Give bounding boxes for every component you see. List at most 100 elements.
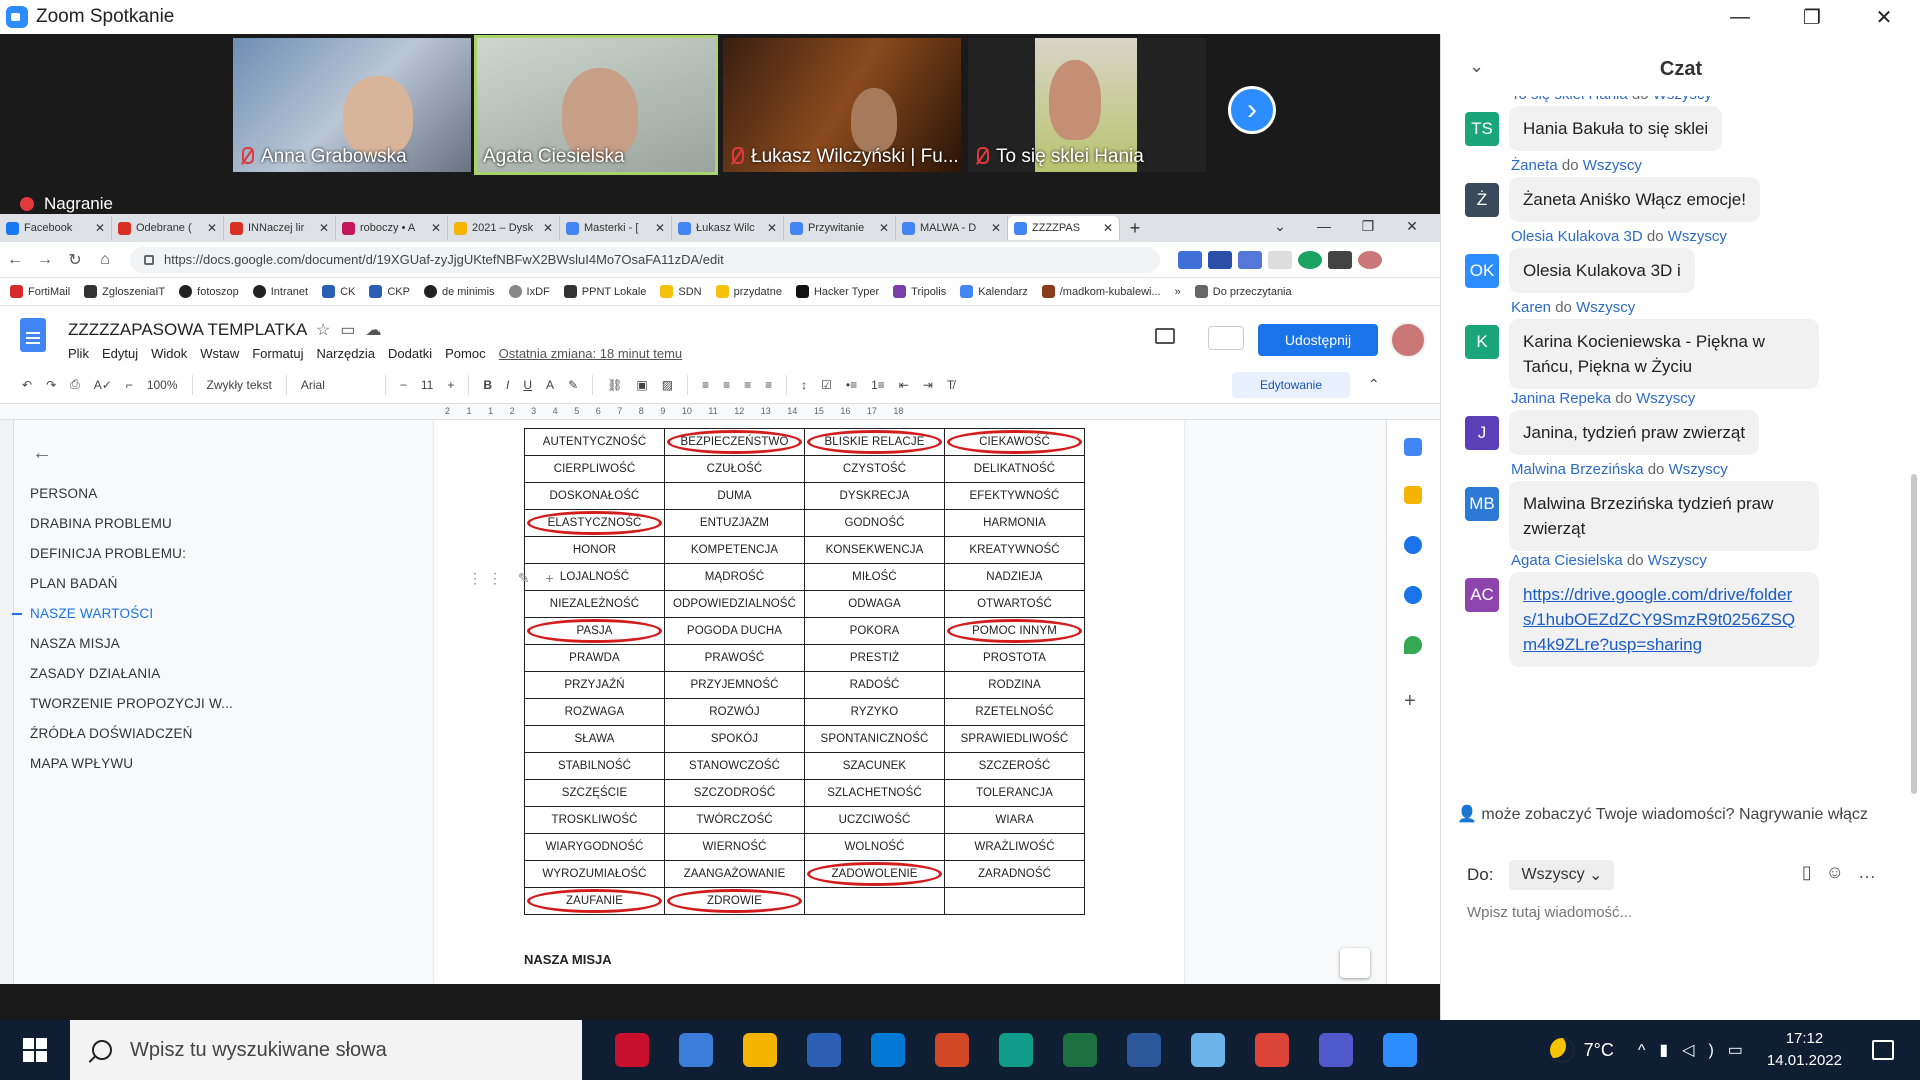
bookmark[interactable]: Tripolis: [893, 285, 946, 298]
menu-tools[interactable]: Narzędzia: [317, 346, 376, 361]
table-cell[interactable]: DUMA: [664, 482, 805, 510]
outline-item[interactable]: MAPA WPŁYWU: [30, 749, 310, 779]
table-cell[interactable]: AUTENTYCZNOŚĆ: [524, 428, 665, 456]
word-app-button[interactable]: [1112, 1020, 1176, 1080]
emoji-icon[interactable]: ☺: [1826, 862, 1858, 882]
editing-mode-select[interactable]: Edytowanie: [1232, 372, 1350, 398]
font-size-input[interactable]: 11: [421, 378, 433, 392]
table-cell[interactable]: POMOC INNYM: [944, 617, 1085, 645]
table-cell[interactable]: PRZYJAŹŃ: [524, 671, 665, 699]
bookmark[interactable]: FortiMail: [10, 285, 70, 298]
table-cell[interactable]: BLISKIE RELACJE: [804, 428, 945, 456]
video-tile[interactable]: To się sklei Hania: [968, 38, 1206, 172]
tasks-icon[interactable]: [1404, 536, 1422, 554]
table-cell[interactable]: ZADOWOLENIE: [804, 860, 945, 888]
browser-tab[interactable]: INNaczej lir ✕: [224, 216, 336, 240]
bookmark[interactable]: CK: [322, 285, 355, 298]
checklist-icon[interactable]: ☑: [821, 378, 832, 392]
justify-icon[interactable]: ≡: [765, 378, 772, 392]
document-title[interactable]: ZZZZZAPASOWA TEMPLATKA: [68, 320, 307, 340]
recipient-select[interactable]: Wszyscy ⌄: [1509, 860, 1615, 890]
browser-minimize-button[interactable]: —: [1302, 218, 1346, 235]
table-cell[interactable]: DYSKRECJA: [804, 482, 945, 510]
table-cell[interactable]: WRAŻLIWOŚĆ: [944, 833, 1085, 861]
outline-back-arrow-icon[interactable]: ←: [32, 442, 310, 465]
align-left-icon[interactable]: ≡: [702, 378, 709, 392]
indent-decrease-icon[interactable]: ⇤: [899, 378, 909, 392]
outline-item[interactable]: DRABINA PROBLEMU: [30, 509, 310, 539]
table-cell[interactable]: HARMONIA: [944, 509, 1085, 537]
table-cell[interactable]: [804, 887, 945, 915]
more-options-icon[interactable]: …: [1858, 862, 1890, 882]
bookmark-folder[interactable]: przydatne: [715, 285, 782, 298]
table-cell[interactable]: ROZWÓJ: [664, 698, 805, 726]
message-sender[interactable]: Malwina Brzezińska do Wszyscy: [1511, 461, 1728, 478]
table-cell[interactable]: CIERPLIWOŚĆ: [524, 455, 665, 483]
message-sender[interactable]: Agata Ciesielska do Wszyscy: [1511, 552, 1707, 569]
bookmark-folder[interactable]: SDN: [660, 285, 702, 298]
align-center-icon[interactable]: ≡: [723, 378, 730, 392]
tab-close-icon[interactable]: ✕: [1103, 221, 1113, 235]
table-cell[interactable]: PRZYJEMNOŚĆ: [664, 671, 805, 699]
table-cell[interactable]: PROSTOTA: [944, 644, 1085, 672]
reading-list[interactable]: Do przeczytania: [1194, 285, 1292, 298]
table-cell[interactable]: RADOŚĆ: [804, 671, 945, 699]
table-cell[interactable]: DOSKONAŁOŚĆ: [524, 482, 665, 510]
back-arrow-icon[interactable]: ←: [0, 251, 30, 269]
new-tab-plus-icon[interactable]: +: [1120, 218, 1150, 239]
message-sender[interactable]: To się sklei Hania do Wszyscy: [1511, 96, 1712, 103]
numbered-list-icon[interactable]: 1≡: [871, 378, 885, 392]
move-folder-icon[interactable]: ▭: [340, 322, 365, 339]
table-cell[interactable]: POGODA DUCHA: [664, 617, 805, 645]
home-icon[interactable]: ⌂: [90, 251, 120, 269]
table-cell[interactable]: EFEKTYWNOŚĆ: [944, 482, 1085, 510]
table-cell[interactable]: CZYSTOŚĆ: [804, 455, 945, 483]
table-cell[interactable]: ODPOWIEDZIALNOŚĆ: [664, 590, 805, 618]
network-icon[interactable]: ▭: [1728, 1042, 1757, 1059]
volume-icon[interactable]: ◁): [1682, 1042, 1728, 1059]
table-cell[interactable]: HONOR: [524, 536, 665, 564]
close-button[interactable]: ✕: [1848, 0, 1920, 34]
table-cell[interactable]: MĄDROŚĆ: [664, 563, 805, 591]
browser-tab[interactable]: Masterki - [✕: [560, 216, 672, 240]
clear-formatting-icon[interactable]: T̸: [947, 378, 954, 392]
menu-addons[interactable]: Dodatki: [388, 346, 432, 361]
table-cell[interactable]: CZUŁOŚĆ: [664, 455, 805, 483]
add-addon-plus-icon[interactable]: +: [1404, 690, 1422, 712]
profile-avatar-icon[interactable]: [1358, 250, 1382, 269]
outline-item[interactable]: ŹRÓDŁA DOŚWIADCZEŃ: [30, 719, 310, 749]
star-icon[interactable]: ☆: [316, 322, 340, 339]
underline-icon[interactable]: U: [523, 378, 532, 392]
table-cell[interactable]: SŁAWA: [524, 725, 665, 753]
browser-maximize-button[interactable]: ❐: [1346, 218, 1390, 235]
table-cell[interactable]: SPONTANICZNOŚĆ: [804, 725, 945, 753]
menu-edit[interactable]: Edytuj: [102, 346, 138, 361]
table-cell[interactable]: WYROZUMIAŁOŚĆ: [524, 860, 665, 888]
contacts-icon[interactable]: [1404, 586, 1422, 604]
table-cell[interactable]: TROSKLIWOŚĆ: [524, 806, 665, 834]
table-cell[interactable]: SPRAWIEDLIWOŚĆ: [944, 725, 1085, 753]
extension-icon[interactable]: [1178, 250, 1202, 269]
tab-close-icon[interactable]: ✕: [543, 221, 553, 235]
italic-icon[interactable]: I: [506, 378, 509, 392]
zoom-select[interactable]: 100%: [147, 378, 178, 392]
table-cell[interactable]: WIERNOŚĆ: [664, 833, 805, 861]
table-cell[interactable]: [944, 887, 1085, 915]
outline-item[interactable]: PLAN BADAŃ: [30, 569, 310, 599]
sender-avatar[interactable]: AC: [1465, 578, 1499, 612]
account-avatar[interactable]: [1390, 322, 1426, 358]
maximize-button[interactable]: ❐: [1776, 0, 1848, 34]
tab-close-icon[interactable]: ✕: [655, 221, 665, 235]
edge-app-button[interactable]: [984, 1020, 1048, 1080]
puzzle-extensions-icon[interactable]: [1328, 250, 1352, 269]
bookmark[interactable]: Hacker Typer: [795, 285, 879, 298]
table-cell[interactable]: POKORA: [804, 617, 945, 645]
taskbar-search-input[interactable]: Wpisz tu wyszukiwane słowa: [70, 1020, 582, 1080]
align-right-icon[interactable]: ≡: [744, 378, 751, 392]
explorer-app-button[interactable]: [728, 1020, 792, 1080]
table-cell[interactable]: ZARADNOŚĆ: [944, 860, 1085, 888]
outline-item[interactable]: TWORZENIE PROPOZYCJI W...: [30, 689, 310, 719]
sender-avatar[interactable]: Ż: [1465, 183, 1499, 217]
table-cell[interactable]: PRESTIŻ: [804, 644, 945, 672]
print-icon[interactable]: ⎙: [70, 377, 80, 392]
